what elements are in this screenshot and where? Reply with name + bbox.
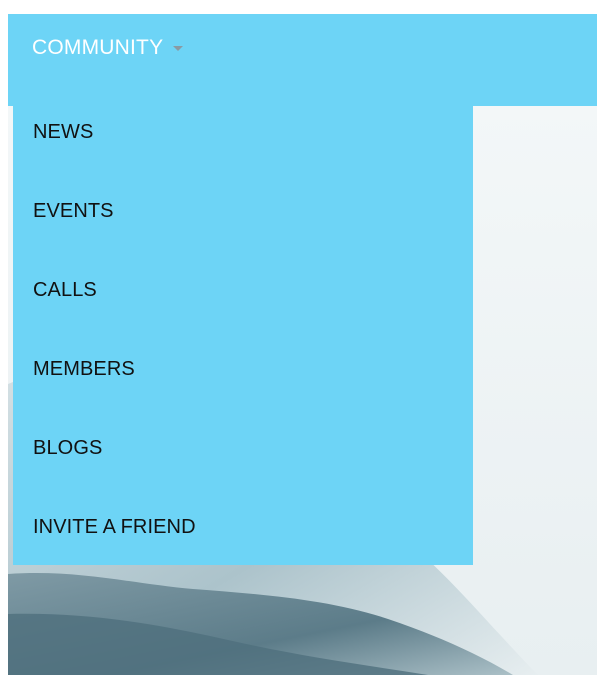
menu-item-members[interactable]: MEMBERS — [33, 353, 135, 385]
community-menu-toggle[interactable]: COMMUNITY — [32, 34, 185, 62]
community-dropdown-frame: COMMUNITY NEWS EVENTS CALLS MEMBERS BLOG… — [8, 14, 597, 675]
community-label: COMMUNITY — [32, 36, 164, 59]
menu-item-invite-a-friend[interactable]: INVITE A FRIEND — [33, 511, 196, 543]
menu-item-blogs[interactable]: BLOGS — [33, 432, 102, 464]
top-navigation-bar: COMMUNITY — [8, 14, 597, 106]
menu-item-events[interactable]: EVENTS — [33, 195, 114, 227]
community-dropdown-menu: NEWS EVENTS CALLS MEMBERS BLOGS INVITE A… — [13, 106, 473, 565]
menu-item-calls[interactable]: CALLS — [33, 274, 97, 306]
menu-item-news[interactable]: NEWS — [33, 116, 93, 148]
chevron-down-icon — [171, 43, 185, 53]
